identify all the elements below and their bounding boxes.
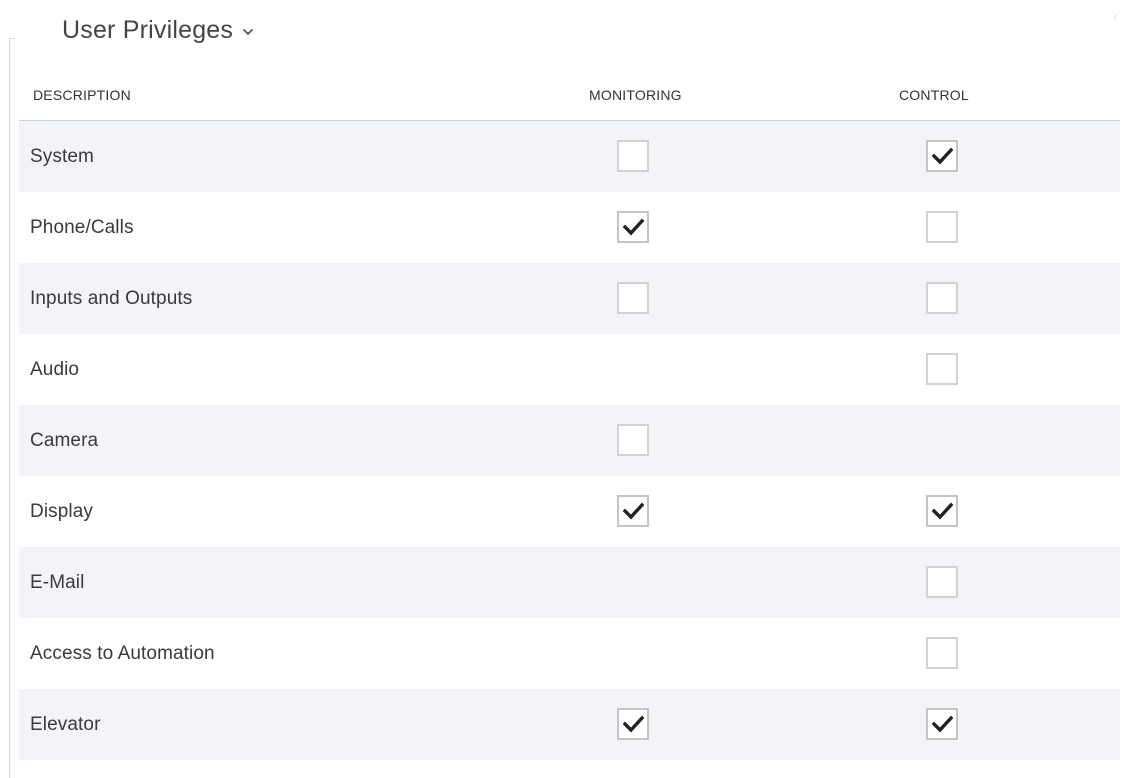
table-row: Display [19, 476, 1120, 547]
section-frame-corner [9, 38, 15, 39]
control-checkbox[interactable] [926, 707, 958, 740]
privileges-table: DESCRIPTION MONITORING CONTROL System Pho… [19, 70, 1120, 760]
checkmark-icon [623, 502, 644, 519]
checkmark-icon [932, 502, 953, 519]
row-label: Phone/Calls [30, 216, 134, 238]
control-checkbox[interactable] [926, 636, 958, 669]
monitoring-checkbox[interactable] [617, 707, 649, 740]
control-checkbox[interactable] [926, 494, 958, 527]
row-label: Access to Automation [30, 642, 215, 664]
row-label: Display [30, 500, 93, 522]
row-label: Elevator [30, 713, 101, 735]
header-description: DESCRIPTION [33, 87, 131, 103]
control-checkbox[interactable] [926, 281, 958, 314]
table-row: Inputs and Outputs [19, 263, 1120, 334]
table-row: Elevator [19, 689, 1120, 760]
row-label: Inputs and Outputs [30, 287, 193, 309]
monitoring-checkbox[interactable] [617, 494, 649, 527]
row-label: Audio [30, 358, 80, 380]
checkmark-icon [623, 715, 644, 732]
table-row: Phone/Calls [19, 192, 1120, 263]
checkmark-icon [932, 147, 953, 164]
row-label: Camera [30, 429, 99, 451]
checkmark-icon [932, 715, 953, 732]
table-row: Audio [19, 334, 1120, 405]
monitoring-checkbox[interactable] [617, 423, 649, 456]
section-header-user-privileges[interactable]: User Privileges [62, 10, 254, 50]
section-title: User Privileges [62, 15, 234, 44]
table-row: Access to Automation [19, 618, 1120, 689]
table-row: Camera [19, 405, 1120, 476]
row-label: System [30, 145, 94, 167]
control-checkbox[interactable] [926, 565, 958, 598]
corner-mark [1115, 14, 1116, 19]
table-body: System Phone/Calls Inputs and Outputs Audio… [19, 121, 1120, 760]
table-row: System [19, 121, 1120, 192]
monitoring-checkbox[interactable] [617, 139, 649, 172]
checkmark-icon [623, 218, 644, 235]
row-label: E-Mail [30, 571, 85, 593]
table-row: E-Mail [19, 547, 1120, 618]
header-monitoring: MONITORING [589, 87, 682, 103]
monitoring-checkbox[interactable] [617, 210, 649, 243]
chevron-down-icon [243, 29, 254, 35]
control-checkbox[interactable] [926, 210, 958, 243]
control-checkbox[interactable] [926, 352, 958, 385]
section-frame-line [9, 38, 10, 778]
table-header-row: DESCRIPTION MONITORING CONTROL [19, 70, 1120, 121]
monitoring-checkbox[interactable] [617, 281, 649, 314]
control-checkbox[interactable] [926, 139, 958, 172]
header-control: CONTROL [899, 87, 969, 103]
